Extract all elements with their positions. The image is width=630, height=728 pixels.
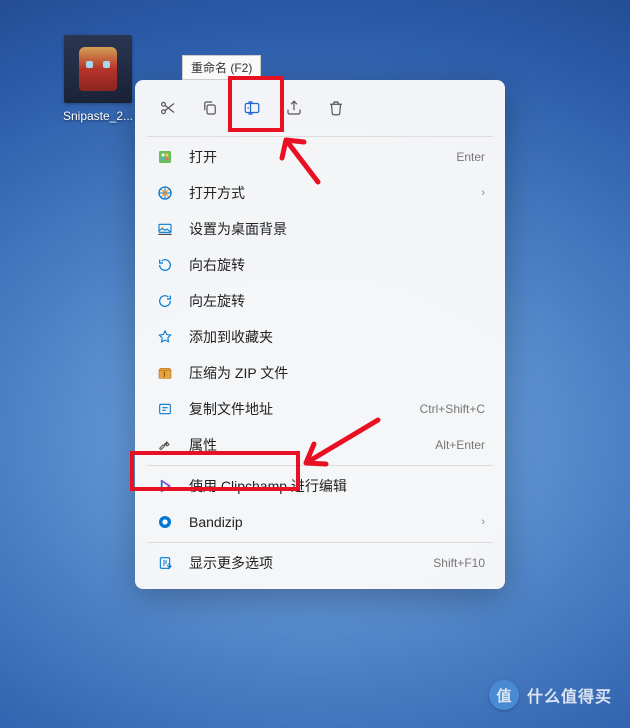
menu-separator: [147, 136, 493, 137]
desktop-icon-label: Snipaste_2...: [58, 109, 138, 123]
trash-icon: [327, 99, 345, 117]
menu-shortcut: Enter: [456, 150, 485, 164]
star-icon: [155, 327, 175, 347]
menu-shortcut: Alt+Enter: [435, 438, 485, 452]
menu-label: 压缩为 ZIP 文件: [189, 363, 485, 383]
copy-icon: [201, 99, 219, 117]
desktop-icon[interactable]: Snipaste_2...: [58, 35, 138, 123]
menu-shortcut: Shift+F10: [433, 556, 485, 570]
rotate-right-icon: [155, 255, 175, 275]
menu-item-add-favorite[interactable]: 添加到收藏夹: [143, 319, 497, 355]
watermark: 值 什么值得买: [489, 680, 612, 710]
image-thumbnail: [64, 35, 132, 103]
delete-button[interactable]: [317, 90, 355, 126]
copy-path-icon: [155, 399, 175, 419]
show-more-icon: [155, 553, 175, 573]
rename-icon: [243, 99, 261, 117]
menu-shortcut: Ctrl+Shift+C: [420, 402, 485, 416]
menu-item-show-more[interactable]: 显示更多选项 Shift+F10: [143, 545, 497, 581]
menu-item-compress-zip[interactable]: 压缩为 ZIP 文件: [143, 355, 497, 391]
watermark-badge: 值: [489, 680, 519, 710]
context-menu-toolbar: [143, 88, 497, 134]
rename-tooltip: 重命名 (F2): [182, 55, 261, 80]
menu-item-rotate-right[interactable]: 向右旋转: [143, 247, 497, 283]
menu-label: 显示更多选项: [189, 553, 433, 573]
menu-item-open[interactable]: 打开 Enter: [143, 139, 497, 175]
bandizip-icon: [155, 512, 175, 532]
menu-label: Bandizip: [189, 514, 481, 530]
share-icon: [285, 99, 303, 117]
menu-item-rotate-left[interactable]: 向左旋转: [143, 283, 497, 319]
menu-label: 添加到收藏夹: [189, 327, 485, 347]
scissors-icon: [159, 99, 177, 117]
wallpaper-icon: [155, 219, 175, 239]
menu-label: 复制文件地址: [189, 399, 420, 419]
chevron-right-icon: ›: [481, 187, 485, 199]
rotate-left-icon: [155, 291, 175, 311]
open-with-icon: [155, 183, 175, 203]
menu-label: 属性: [189, 435, 435, 455]
menu-separator: [147, 465, 493, 466]
zip-icon: [155, 363, 175, 383]
clipchamp-icon: [155, 476, 175, 496]
context-menu: 打开 Enter 打开方式 › 设置为桌面背景 向右旋转 向左旋转 添加到收藏夹…: [135, 80, 505, 589]
menu-separator: [147, 542, 493, 543]
menu-item-properties[interactable]: 属性 Alt+Enter: [143, 427, 497, 463]
menu-label: 使用 Clipchamp 进行编辑: [189, 476, 485, 496]
menu-item-set-wallpaper[interactable]: 设置为桌面背景: [143, 211, 497, 247]
menu-item-open-with[interactable]: 打开方式 ›: [143, 175, 497, 211]
menu-label: 向右旋转: [189, 255, 485, 275]
open-icon: [155, 147, 175, 167]
watermark-text: 什么值得买: [527, 683, 612, 707]
menu-item-clipchamp[interactable]: 使用 Clipchamp 进行编辑: [143, 468, 497, 504]
copy-button[interactable]: [191, 90, 229, 126]
wrench-icon: [155, 435, 175, 455]
rename-button[interactable]: [233, 90, 271, 126]
chevron-right-icon: ›: [481, 516, 485, 528]
cut-button[interactable]: [149, 90, 187, 126]
share-button[interactable]: [275, 90, 313, 126]
menu-label: 打开: [189, 147, 456, 167]
menu-item-bandizip[interactable]: Bandizip ›: [143, 504, 497, 540]
menu-label: 设置为桌面背景: [189, 219, 485, 239]
menu-label: 向左旋转: [189, 291, 485, 311]
menu-label: 打开方式: [189, 183, 481, 203]
menu-item-copy-path[interactable]: 复制文件地址 Ctrl+Shift+C: [143, 391, 497, 427]
